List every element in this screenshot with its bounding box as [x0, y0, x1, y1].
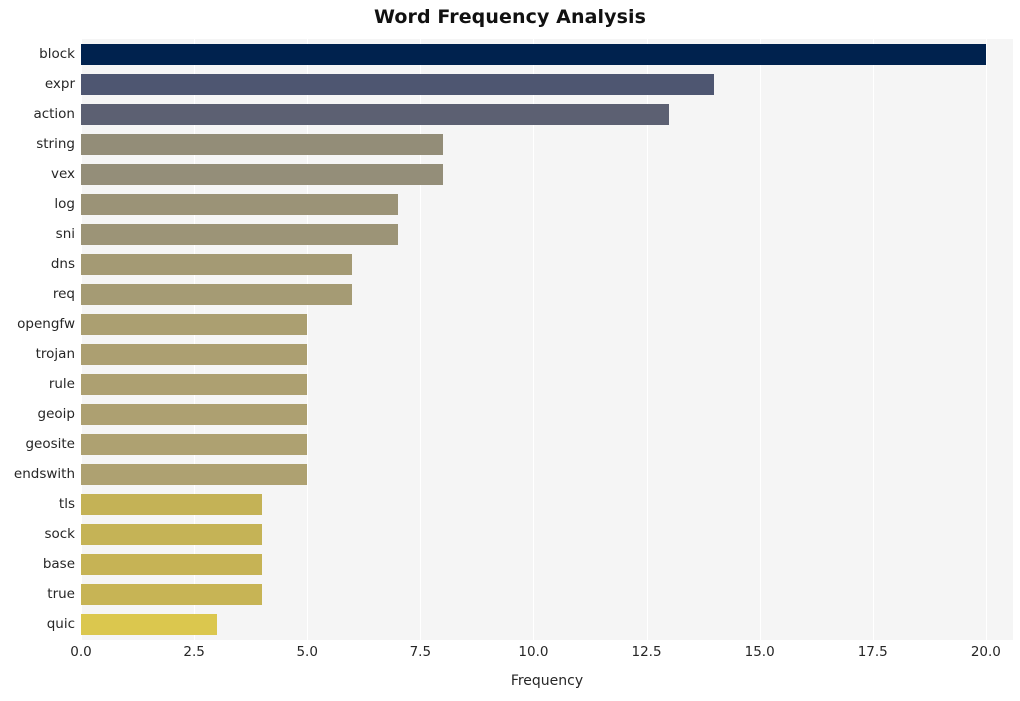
y-tick-label: rule — [48, 376, 75, 393]
bar — [81, 253, 353, 275]
x-tick-label: 2.5 — [183, 644, 205, 660]
gridline-vertical — [985, 39, 987, 640]
y-tick-label: block — [39, 45, 75, 62]
gridline-vertical — [872, 39, 874, 640]
y-tick-label: sock — [44, 526, 75, 543]
bar — [81, 374, 308, 396]
x-tick-label: 12.5 — [631, 644, 662, 660]
x-tick-label: 0.0 — [70, 644, 92, 660]
bar — [81, 524, 262, 546]
gridline-vertical — [81, 39, 82, 640]
bar — [81, 494, 262, 516]
y-tick-label: dns — [50, 255, 75, 272]
x-tick-label: 10.0 — [518, 644, 549, 660]
bar — [81, 193, 398, 215]
bar — [81, 584, 262, 606]
gridline-vertical — [420, 39, 422, 640]
y-tick-label: req — [52, 285, 75, 302]
y-tick-label: action — [33, 105, 75, 122]
bar — [81, 133, 443, 155]
chart-title: Word Frequency Analysis — [373, 6, 647, 28]
bar — [81, 344, 308, 366]
bar — [81, 434, 308, 456]
word-frequency-chart: Word Frequency Analysis block expr action s… — [0, 0, 1020, 701]
x-tick-label: 15.0 — [744, 644, 775, 660]
x-axis-label: Frequency — [510, 673, 584, 689]
x-tick-label: 17.5 — [857, 644, 888, 660]
bar — [81, 313, 308, 335]
y-tick-label: tls — [58, 496, 75, 513]
gridline-vertical — [759, 39, 761, 640]
y-tick-label: sni — [55, 225, 75, 242]
x-axis-tick-labels: 0.0 2.5 5.0 7.5 10.0 12.5 15.0 17.5 20.0 — [70, 644, 1013, 666]
bar — [81, 223, 398, 245]
y-tick-label: string — [36, 135, 75, 152]
y-tick-label: trojan — [35, 346, 75, 363]
y-tick-label: vex — [50, 165, 75, 182]
y-tick-label: log — [54, 195, 75, 212]
y-tick-label: opengfw — [17, 315, 75, 332]
bar — [81, 614, 217, 636]
plot-area — [81, 39, 1013, 640]
bar — [81, 554, 262, 576]
gridline-vertical — [307, 39, 309, 640]
bar — [81, 163, 443, 185]
y-tick-label: geoip — [37, 406, 75, 423]
x-tick-label: 5.0 — [296, 644, 318, 660]
bar — [81, 73, 715, 95]
gridline-vertical — [533, 39, 535, 640]
gridline-vertical — [194, 39, 196, 640]
y-tick-label: base — [42, 556, 75, 573]
bar — [81, 464, 308, 486]
bar — [81, 103, 670, 125]
bar — [81, 43, 986, 65]
y-axis-tick-labels: block expr action string vex log sni dns req open… — [0, 39, 75, 640]
y-tick-label: true — [47, 586, 75, 603]
y-tick-label: endswith — [13, 466, 75, 483]
y-tick-label: expr — [44, 75, 75, 92]
gridline-vertical — [646, 39, 648, 640]
y-tick-label: quic — [46, 616, 75, 633]
x-tick-label: 20.0 — [970, 644, 1001, 660]
y-tick-label: geosite — [25, 436, 75, 453]
bar — [81, 404, 308, 426]
bar — [81, 283, 353, 305]
x-tick-label: 7.5 — [409, 644, 432, 660]
